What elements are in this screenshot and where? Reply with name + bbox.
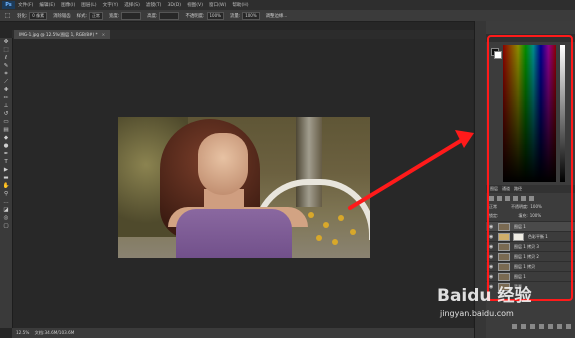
status-bar: 12.5% 文档:34.6M/103.6M bbox=[12, 328, 474, 338]
purple-top bbox=[176, 209, 292, 258]
flower bbox=[316, 235, 322, 241]
antialias-checkbox[interactable]: 消除锯齿 bbox=[53, 13, 71, 19]
flower bbox=[323, 222, 329, 228]
style-select[interactable]: 正常 bbox=[88, 11, 103, 20]
quick-mask-icon[interactable]: ◎ bbox=[0, 214, 12, 222]
path-select-tool-icon[interactable]: ▶ bbox=[0, 166, 12, 174]
quick-select-tool-icon[interactable]: ✎ bbox=[0, 62, 12, 70]
brush-tool-icon[interactable]: ✏ bbox=[0, 94, 12, 102]
tools-panel: ✥ ⬚ ℓ ✎ ⌗ ⟋ ✚ ✏ ⊥ ↺ ▭ ▤ ◆ ● ✒ T ▶ ▬ ✋ ⚲ … bbox=[0, 38, 13, 328]
menu-edit[interactable]: 编辑(E) bbox=[39, 2, 55, 8]
menu-help[interactable]: 帮助(H) bbox=[232, 2, 248, 8]
dodge-tool-icon[interactable]: ● bbox=[0, 142, 12, 150]
new-layer-icon[interactable] bbox=[557, 323, 562, 329]
feather-input[interactable]: 0 像素 bbox=[29, 11, 48, 20]
flower bbox=[350, 229, 356, 235]
gradient-tool-icon[interactable]: ▤ bbox=[0, 126, 12, 134]
pen-tool-icon[interactable]: ✒ bbox=[0, 150, 12, 158]
zoom-tool-icon[interactable]: ⚲ bbox=[0, 190, 12, 198]
document-image[interactable] bbox=[118, 117, 370, 258]
eyedropper-tool-icon[interactable]: ⟋ bbox=[0, 78, 12, 86]
crop-tool-icon[interactable]: ⌗ bbox=[0, 70, 12, 78]
menu-layer[interactable]: 图层(L) bbox=[81, 2, 96, 8]
flower bbox=[308, 212, 314, 218]
new-adjustment-icon[interactable] bbox=[539, 323, 544, 329]
close-icon[interactable]: × bbox=[102, 32, 106, 37]
height-label: 高度: bbox=[147, 13, 158, 19]
delete-layer-icon[interactable] bbox=[566, 323, 571, 329]
flow-group: 流量: 100% bbox=[229, 11, 260, 20]
highlight-box bbox=[487, 35, 573, 301]
feather-label: 羽化: bbox=[17, 13, 28, 19]
eraser-tool-icon[interactable]: ▭ bbox=[0, 118, 12, 126]
clone-stamp-tool-icon[interactable]: ⊥ bbox=[0, 102, 12, 110]
menu-view[interactable]: 视图(V) bbox=[187, 2, 203, 8]
style-group: 样式: 正常 bbox=[76, 11, 103, 20]
antialias-label: 消除锯齿 bbox=[53, 13, 71, 19]
zoom-level[interactable]: 12.5% bbox=[16, 330, 29, 335]
menu-window[interactable]: 窗口(W) bbox=[209, 2, 226, 8]
type-tool-icon[interactable]: T bbox=[0, 158, 12, 166]
opacity-group: 不透明度: 100% bbox=[185, 11, 224, 20]
flow-input[interactable]: 100% bbox=[242, 11, 260, 20]
height-input[interactable] bbox=[159, 11, 180, 20]
style-label: 样式: bbox=[76, 13, 87, 19]
menu-select[interactable]: 选择(S) bbox=[124, 2, 140, 8]
feather-group: 羽化: 0 像素 bbox=[17, 11, 48, 20]
adjust-edge-button[interactable]: 调整边缘... bbox=[266, 13, 288, 19]
menu-3d[interactable]: 3D(D) bbox=[167, 3, 181, 8]
add-mask-icon[interactable] bbox=[530, 323, 535, 329]
shape-tool-icon[interactable]: ▬ bbox=[0, 174, 12, 182]
lasso-tool-icon[interactable]: ℓ bbox=[0, 54, 12, 62]
width-label: 宽度: bbox=[108, 13, 120, 19]
hand-tool-icon[interactable]: ✋ bbox=[0, 182, 12, 190]
menu-image[interactable]: 图像(I) bbox=[61, 2, 75, 8]
layer-style-icon[interactable] bbox=[521, 323, 526, 329]
document-tab[interactable]: IMG-1.jpg @ 12.5%(图层 1, RGB/8#) * × bbox=[14, 30, 111, 39]
watermark-url: jingyan.baidu.com bbox=[440, 309, 514, 318]
menu-bar: Ps 文件(F) 编辑(E) 图像(I) 图层(L) 文字(Y) 选择(S) 滤… bbox=[0, 0, 575, 10]
menu-type[interactable]: 文字(Y) bbox=[103, 2, 119, 8]
move-tool-icon[interactable]: ✥ bbox=[0, 38, 12, 46]
baidu-watermark: Baidu 经验 bbox=[437, 286, 532, 306]
more-tools-icon[interactable]: … bbox=[0, 198, 12, 206]
opacity-label: 不透明度: bbox=[185, 13, 205, 19]
screen-mode-icon[interactable]: ▢ bbox=[0, 222, 12, 230]
new-group-icon[interactable] bbox=[548, 323, 553, 329]
blur-tool-icon[interactable]: ◆ bbox=[0, 134, 12, 142]
link-layers-icon[interactable] bbox=[512, 323, 517, 329]
flow-label: 流量: bbox=[229, 13, 241, 19]
layers-panel-footer bbox=[486, 322, 575, 330]
menu-filter[interactable]: 滤镜(T) bbox=[146, 2, 162, 8]
history-brush-tool-icon[interactable]: ↺ bbox=[0, 110, 12, 118]
document-size: 文档:34.6M/103.6M bbox=[34, 330, 75, 335]
color-swatches-icon[interactable]: ◪ bbox=[0, 206, 12, 214]
flower bbox=[338, 215, 344, 221]
marquee-tool-icon[interactable]: ⬚ bbox=[0, 46, 12, 54]
document-tab-label: IMG-1.jpg @ 12.5%(图层 1, RGB/8#) * bbox=[19, 32, 98, 37]
photoshop-logo: Ps bbox=[2, 1, 15, 9]
opacity-input[interactable]: 100% bbox=[206, 11, 224, 20]
flower bbox=[332, 239, 338, 245]
face bbox=[198, 133, 248, 195]
marquee-tool-icon[interactable]: ⬚ bbox=[4, 12, 11, 19]
width-input[interactable] bbox=[121, 11, 142, 20]
healing-brush-tool-icon[interactable]: ✚ bbox=[0, 86, 12, 94]
menu-file[interactable]: 文件(F) bbox=[18, 2, 33, 8]
